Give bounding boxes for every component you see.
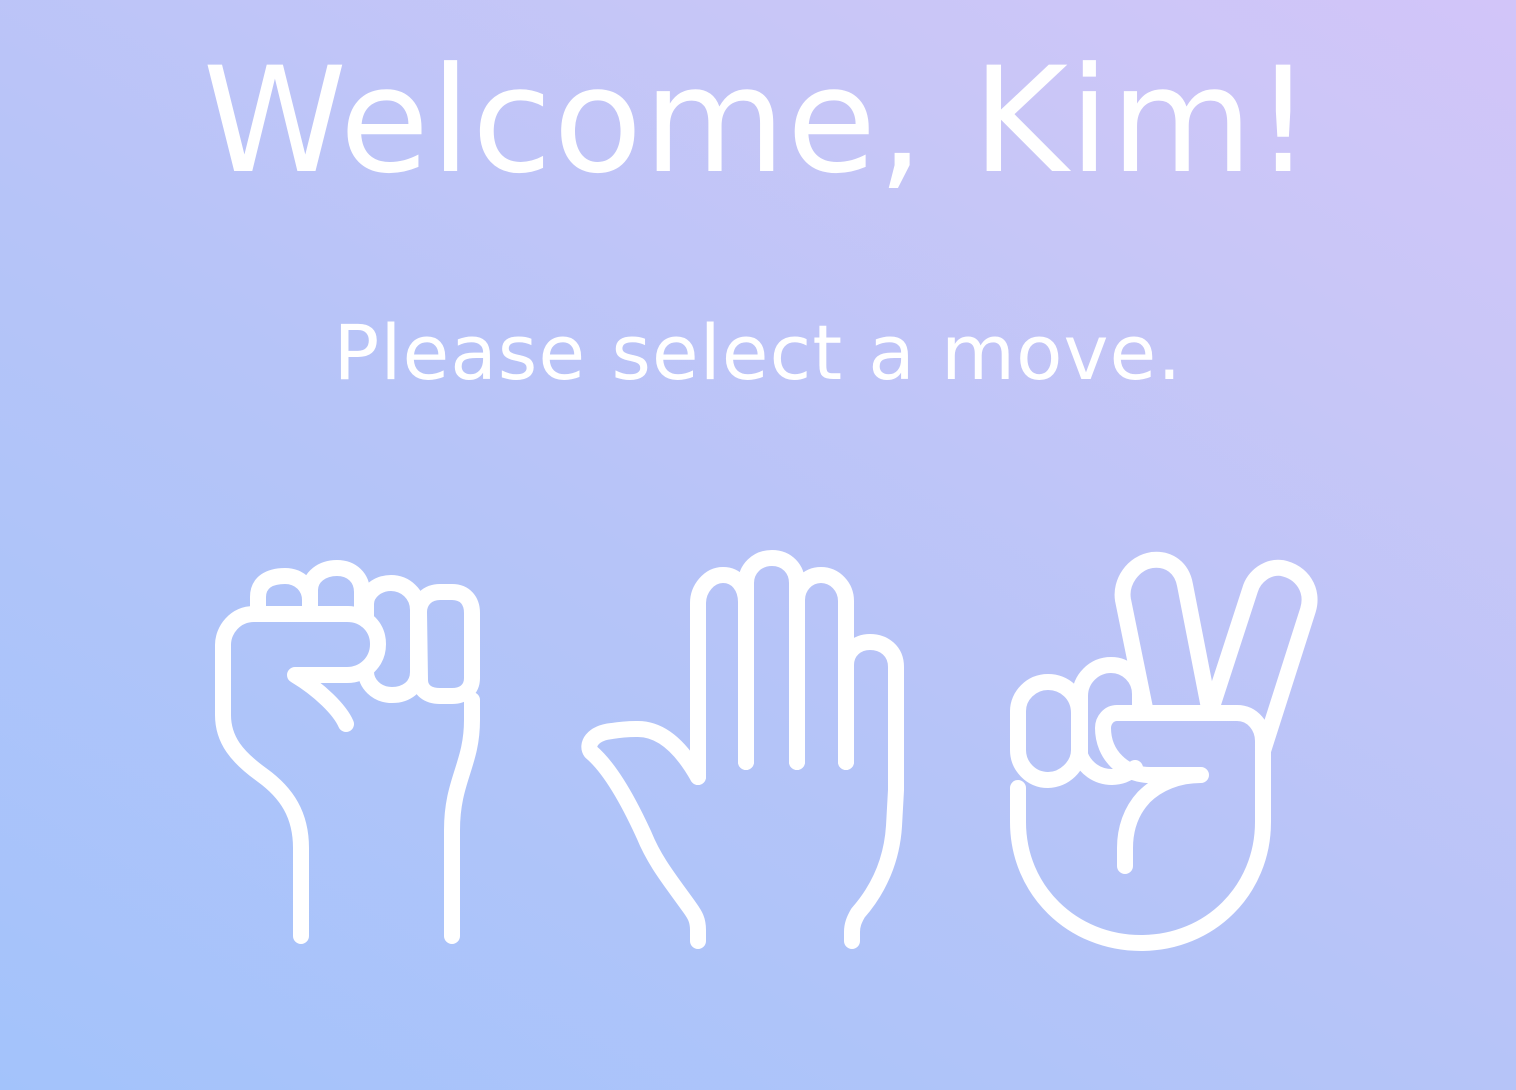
fist-icon [215,560,480,944]
peace-hand-icon [1010,551,1318,951]
scissors-move-button[interactable] [1000,546,1330,956]
paper-move-button[interactable] [580,546,920,956]
instruction-text: Please select a move. [333,308,1183,397]
welcome-title: Welcome, Kim! [202,36,1314,206]
open-hand-icon [581,550,904,949]
move-selector [0,540,1516,960]
rock-move-button[interactable] [200,554,500,954]
